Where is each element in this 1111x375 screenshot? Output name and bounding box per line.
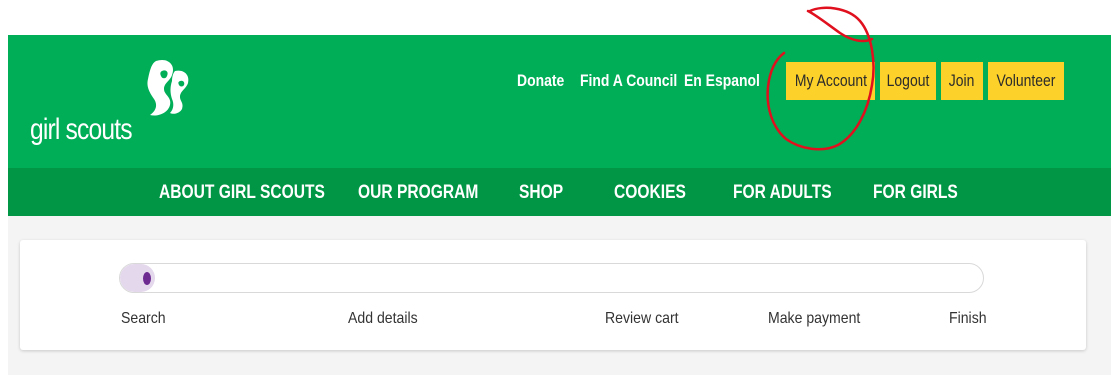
nav-item-for-adults[interactable]: FOR ADULTS	[733, 182, 832, 204]
nav-item-cookies[interactable]: COOKIES	[614, 182, 686, 204]
nav-item-for-girls[interactable]: FOR GIRLS	[873, 182, 958, 204]
nav-item-shop[interactable]: SHOP	[519, 182, 563, 204]
en-espanol-link[interactable]: En Espanol	[684, 71, 760, 91]
progress-card	[20, 240, 1086, 350]
checkout-progress-bar	[119, 263, 984, 293]
nav-item-our-program[interactable]: OUR PROGRAM	[358, 182, 478, 204]
step-label-add-details: Add details	[348, 310, 418, 327]
find-a-council-link[interactable]: Find A Council	[580, 71, 677, 91]
volunteer-button[interactable]: Volunteer	[988, 62, 1064, 100]
my-account-button[interactable]: My Account	[786, 62, 875, 100]
nav-item-about-girl-scouts[interactable]: ABOUT GIRL SCOUTS	[159, 182, 325, 204]
trefoil-profiles-icon	[147, 59, 189, 116]
girl-scouts-logo[interactable]: girl scouts	[30, 55, 200, 155]
step-label-make-payment: Make payment	[768, 310, 861, 327]
step-label-finish: Finish	[949, 310, 987, 327]
logo-wordmark: girl scouts	[30, 113, 133, 146]
logout-button[interactable]: Logout	[880, 62, 936, 100]
step-label-review-cart: Review cart	[605, 310, 679, 327]
step-label-search: Search	[121, 310, 166, 327]
top-margin	[0, 0, 1111, 35]
join-button[interactable]: Join	[941, 62, 983, 100]
donate-link[interactable]: Donate	[517, 71, 564, 91]
current-step-marker	[143, 272, 151, 285]
